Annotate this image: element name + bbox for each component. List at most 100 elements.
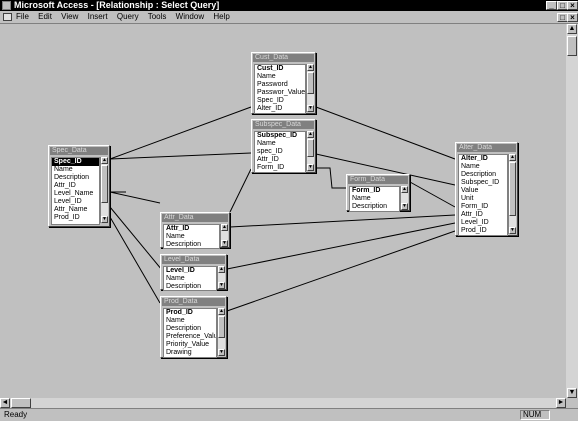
join-line[interactable] [109,216,161,304]
table-title[interactable]: Form_Data [348,176,408,184]
field-item[interactable]: Description [164,241,219,248]
field-item[interactable]: Attr_ID [52,182,99,190]
table-scrollbar[interactable]: ▲ ▼ [306,131,314,171]
table-title[interactable]: Prod_Data [162,298,225,306]
table-alter-data[interactable]: Alter_Data Alter_ID Name Description Sub… [455,142,518,236]
horizontal-scrollbar[interactable]: ◄ ► [0,398,566,408]
field-item[interactable]: Level_ID [164,267,216,275]
field-item[interactable]: Prod_ID [459,227,507,235]
table-scrollbar[interactable]: ▲ ▼ [100,157,108,223]
table-scrollbar[interactable]: ▲ ▼ [306,64,314,112]
table-attr-data[interactable]: Attr_Data Attr_ID Name Description ▲ ▼ [160,212,230,249]
join-line[interactable] [315,106,456,160]
vertical-scroll-thumb[interactable] [567,36,577,56]
field-item[interactable]: Description [350,203,399,211]
field-item[interactable]: Description [164,325,216,333]
join-line[interactable] [229,214,456,228]
table-prod-data[interactable]: Prod_Data Prod_ID Name Description Prefe… [160,296,227,358]
table-spec-data[interactable]: Spec_Data Spec_ID Name Description Attr_… [48,145,110,227]
table-title[interactable]: Cust_Data [253,54,314,62]
field-list[interactable]: Level_ID Name Description [163,266,217,291]
menu-edit[interactable]: Edit [38,12,52,21]
relationship-canvas[interactable]: Cust_Data Cust_ID Name Password Passwor_… [0,24,566,398]
scroll-up-arrow-icon[interactable]: ▲ [218,266,225,273]
table-cust-data[interactable]: Cust_Data Cust_ID Name Password Passwor_… [251,52,316,114]
close-button[interactable]: × [567,1,578,10]
field-item[interactable]: Attr_ID [164,225,219,233]
scroll-left-arrow-icon[interactable]: ◄ [0,398,10,408]
field-list[interactable]: Prod_ID Name Description Preference_Valu… [163,308,217,358]
field-item[interactable]: Name [52,166,99,174]
field-item[interactable]: Spec_ID [255,97,305,105]
scroll-down-arrow-icon[interactable]: ▼ [401,203,408,210]
scroll-thumb[interactable] [509,162,516,216]
field-list[interactable]: Alter_ID Name Description Subspec_ID Val… [458,154,508,236]
field-item[interactable]: Drawing [164,349,216,357]
table-title[interactable]: Level_Data [162,256,225,264]
scroll-down-arrow-icon[interactable]: ▼ [307,105,314,112]
field-list[interactable]: Cust_ID Name Password Passwor_Value Spec… [254,64,306,114]
scroll-up-arrow-icon[interactable]: ▲ [307,64,314,71]
menu-window[interactable]: Window [176,12,204,21]
document-close-button[interactable]: × [567,13,578,22]
field-item[interactable]: Prod_ID [164,309,216,317]
table-scrollbar[interactable]: ▲ ▼ [220,224,228,247]
field-list[interactable]: Subspec_ID Name spec_ID Attr_ID Form_ID [254,131,306,173]
menu-tools[interactable]: Tools [148,12,167,21]
field-item[interactable]: Name [459,163,507,171]
scroll-thumb[interactable] [101,165,108,203]
field-item[interactable]: Alter_ID [459,155,507,163]
table-form-data[interactable]: Form_Data Form_ID Name Description ▲ ▼ [346,174,410,212]
scroll-down-arrow-icon[interactable]: ▼ [307,164,314,171]
field-item[interactable]: Level_ID [52,198,99,206]
scroll-down-arrow-icon[interactable]: ▼ [101,216,108,223]
table-title[interactable]: Subspec_Data [253,121,314,129]
scroll-up-arrow-icon[interactable]: ▲ [401,186,408,193]
field-item[interactable]: Priority_Value [164,341,216,349]
field-item[interactable]: Form_ID [459,203,507,211]
table-title[interactable]: Attr_Data [162,214,228,222]
field-item[interactable]: Name [164,317,216,325]
vertical-scrollbar[interactable]: ▲ ▼ [566,24,578,398]
field-item[interactable]: Subspec_ID [255,132,305,140]
join-line[interactable] [109,191,161,204]
scroll-down-arrow-icon[interactable]: ▼ [509,227,516,234]
field-item[interactable]: Password [255,81,305,89]
table-subspec-data[interactable]: Subspec_Data Subspec_ID Name spec_ID Att… [251,119,316,173]
minimize-button[interactable]: _ [546,1,557,10]
field-item[interactable]: Description [52,174,99,182]
scroll-right-arrow-icon[interactable]: ► [556,398,566,408]
field-list[interactable]: Spec_ID Name Description Attr_ID Level_N… [51,157,100,225]
join-line[interactable] [409,181,456,208]
table-scrollbar[interactable]: ▲ ▼ [217,266,225,289]
field-item[interactable]: Spec_ID [52,158,99,166]
field-item[interactable]: Level_Name [52,190,99,198]
field-item[interactable]: Unit [459,195,507,203]
table-title[interactable]: Spec_Data [50,147,108,155]
field-item[interactable]: Subspec_ID [459,179,507,187]
table-title[interactable]: Alter_Data [457,144,516,152]
scroll-down-arrow-icon[interactable]: ▼ [567,388,577,398]
field-item[interactable]: Passwor_Value [255,89,305,97]
join-line[interactable] [109,152,252,160]
field-item[interactable]: Level_ID [459,219,507,227]
access-app-icon[interactable] [2,1,11,10]
field-item[interactable]: Description [459,171,507,179]
table-level-data[interactable]: Level_Data Level_ID Name Description ▲ ▼ [160,254,227,291]
field-item[interactable]: Alter_ID [255,105,305,113]
menu-help[interactable]: Help [213,12,229,21]
scroll-up-arrow-icon[interactable]: ▲ [509,154,516,161]
document-icon[interactable] [3,13,12,21]
field-item[interactable]: Name [255,73,305,81]
horizontal-scroll-thumb[interactable] [11,398,31,408]
field-item[interactable]: Form_ID [255,164,305,172]
table-scrollbar[interactable]: ▲ ▼ [508,154,516,234]
field-item[interactable]: Description [164,283,216,290]
join-line[interactable] [226,222,456,270]
scroll-up-arrow-icon[interactable]: ▲ [567,24,577,34]
join-line[interactable] [316,167,346,189]
field-item[interactable]: Name [255,140,305,148]
join-line[interactable] [109,206,163,271]
scroll-up-arrow-icon[interactable]: ▲ [218,308,225,315]
scroll-up-arrow-icon[interactable]: ▲ [101,157,108,164]
